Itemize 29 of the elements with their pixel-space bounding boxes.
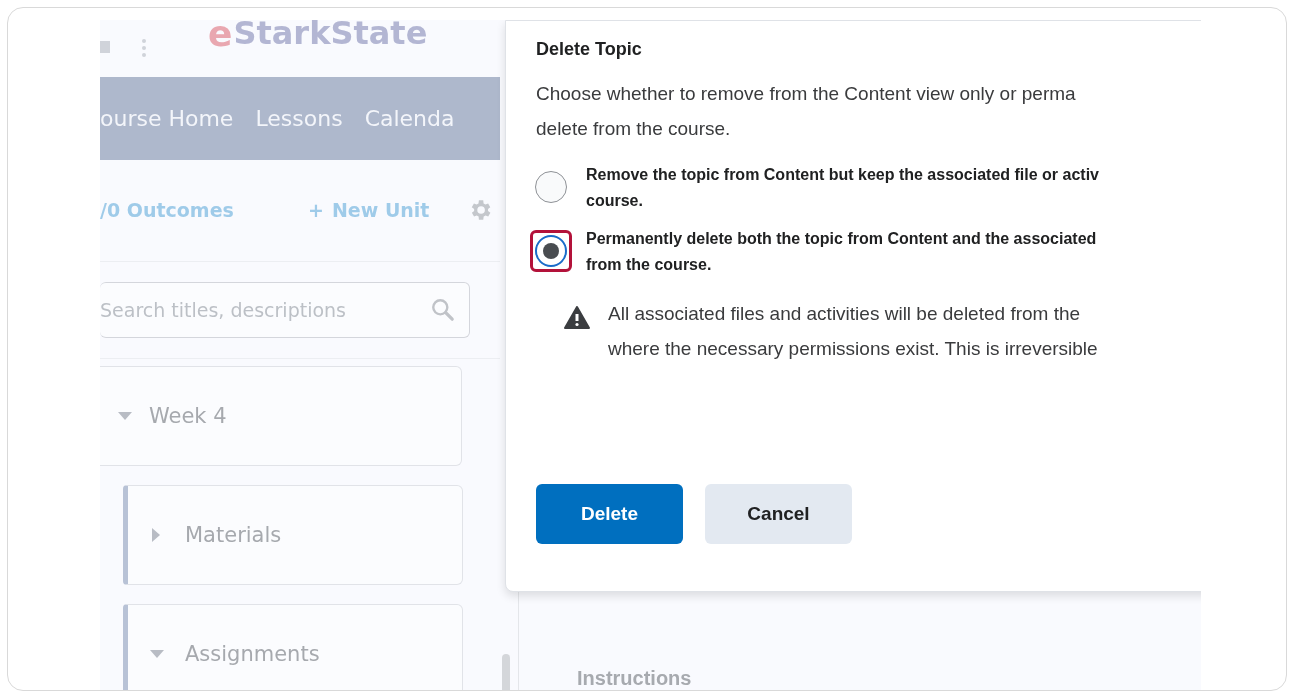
tree-item[interactable]: Materials [123, 485, 463, 585]
tree-item-label: Materials [185, 523, 282, 547]
nav-link[interactable]: Calenda [364, 105, 455, 131]
section-heading: Instructions [577, 667, 693, 690]
dialog-title: Delete Topic [536, 39, 643, 60]
nav-link[interactable]: ourse Home [100, 105, 234, 131]
search-field[interactable]: Search titles, descriptions [100, 282, 470, 339]
dialog-description: Choose whether to remove from the Content view only or perma delete from the course. [536, 82, 1077, 141]
caret-down-icon[interactable] [149, 649, 164, 659]
new-unit-button[interactable]: + New Unit [308, 199, 430, 222]
caret-right-icon[interactable] [152, 528, 161, 542]
option-label: Permanently delete both the topic from Content and the associated from the course. [586, 229, 1097, 275]
cancel-button[interactable]: Cancel [705, 484, 852, 544]
delete-button[interactable]: Delete [536, 484, 683, 544]
tree-item[interactable]: Week 4 [100, 366, 462, 466]
option-label: Remove the topic from Content but keep the associated file or activ course. [586, 165, 1099, 211]
tree-item-label: Assignments [185, 642, 320, 666]
warning-icon [564, 306, 590, 329]
tree-item-label: Week 4 [149, 404, 227, 428]
outcomes-link[interactable]: /0 Outcomes [100, 199, 308, 222]
radio-button[interactable] [535, 171, 567, 203]
tree-item[interactable]: Assignments [123, 604, 463, 690]
college-logo[interactable]: eStarkState [208, 20, 428, 54]
warning-text: All associated files and activities will be deleted from the where the necessary permissions exist. This is irreversible [608, 302, 1098, 361]
search-icon[interactable] [430, 297, 456, 324]
radio-button[interactable] [535, 235, 567, 267]
nav-link[interactable]: Lessons [255, 105, 343, 131]
caret-down-icon[interactable] [117, 411, 132, 421]
grid-icon[interactable] [100, 37, 148, 60]
